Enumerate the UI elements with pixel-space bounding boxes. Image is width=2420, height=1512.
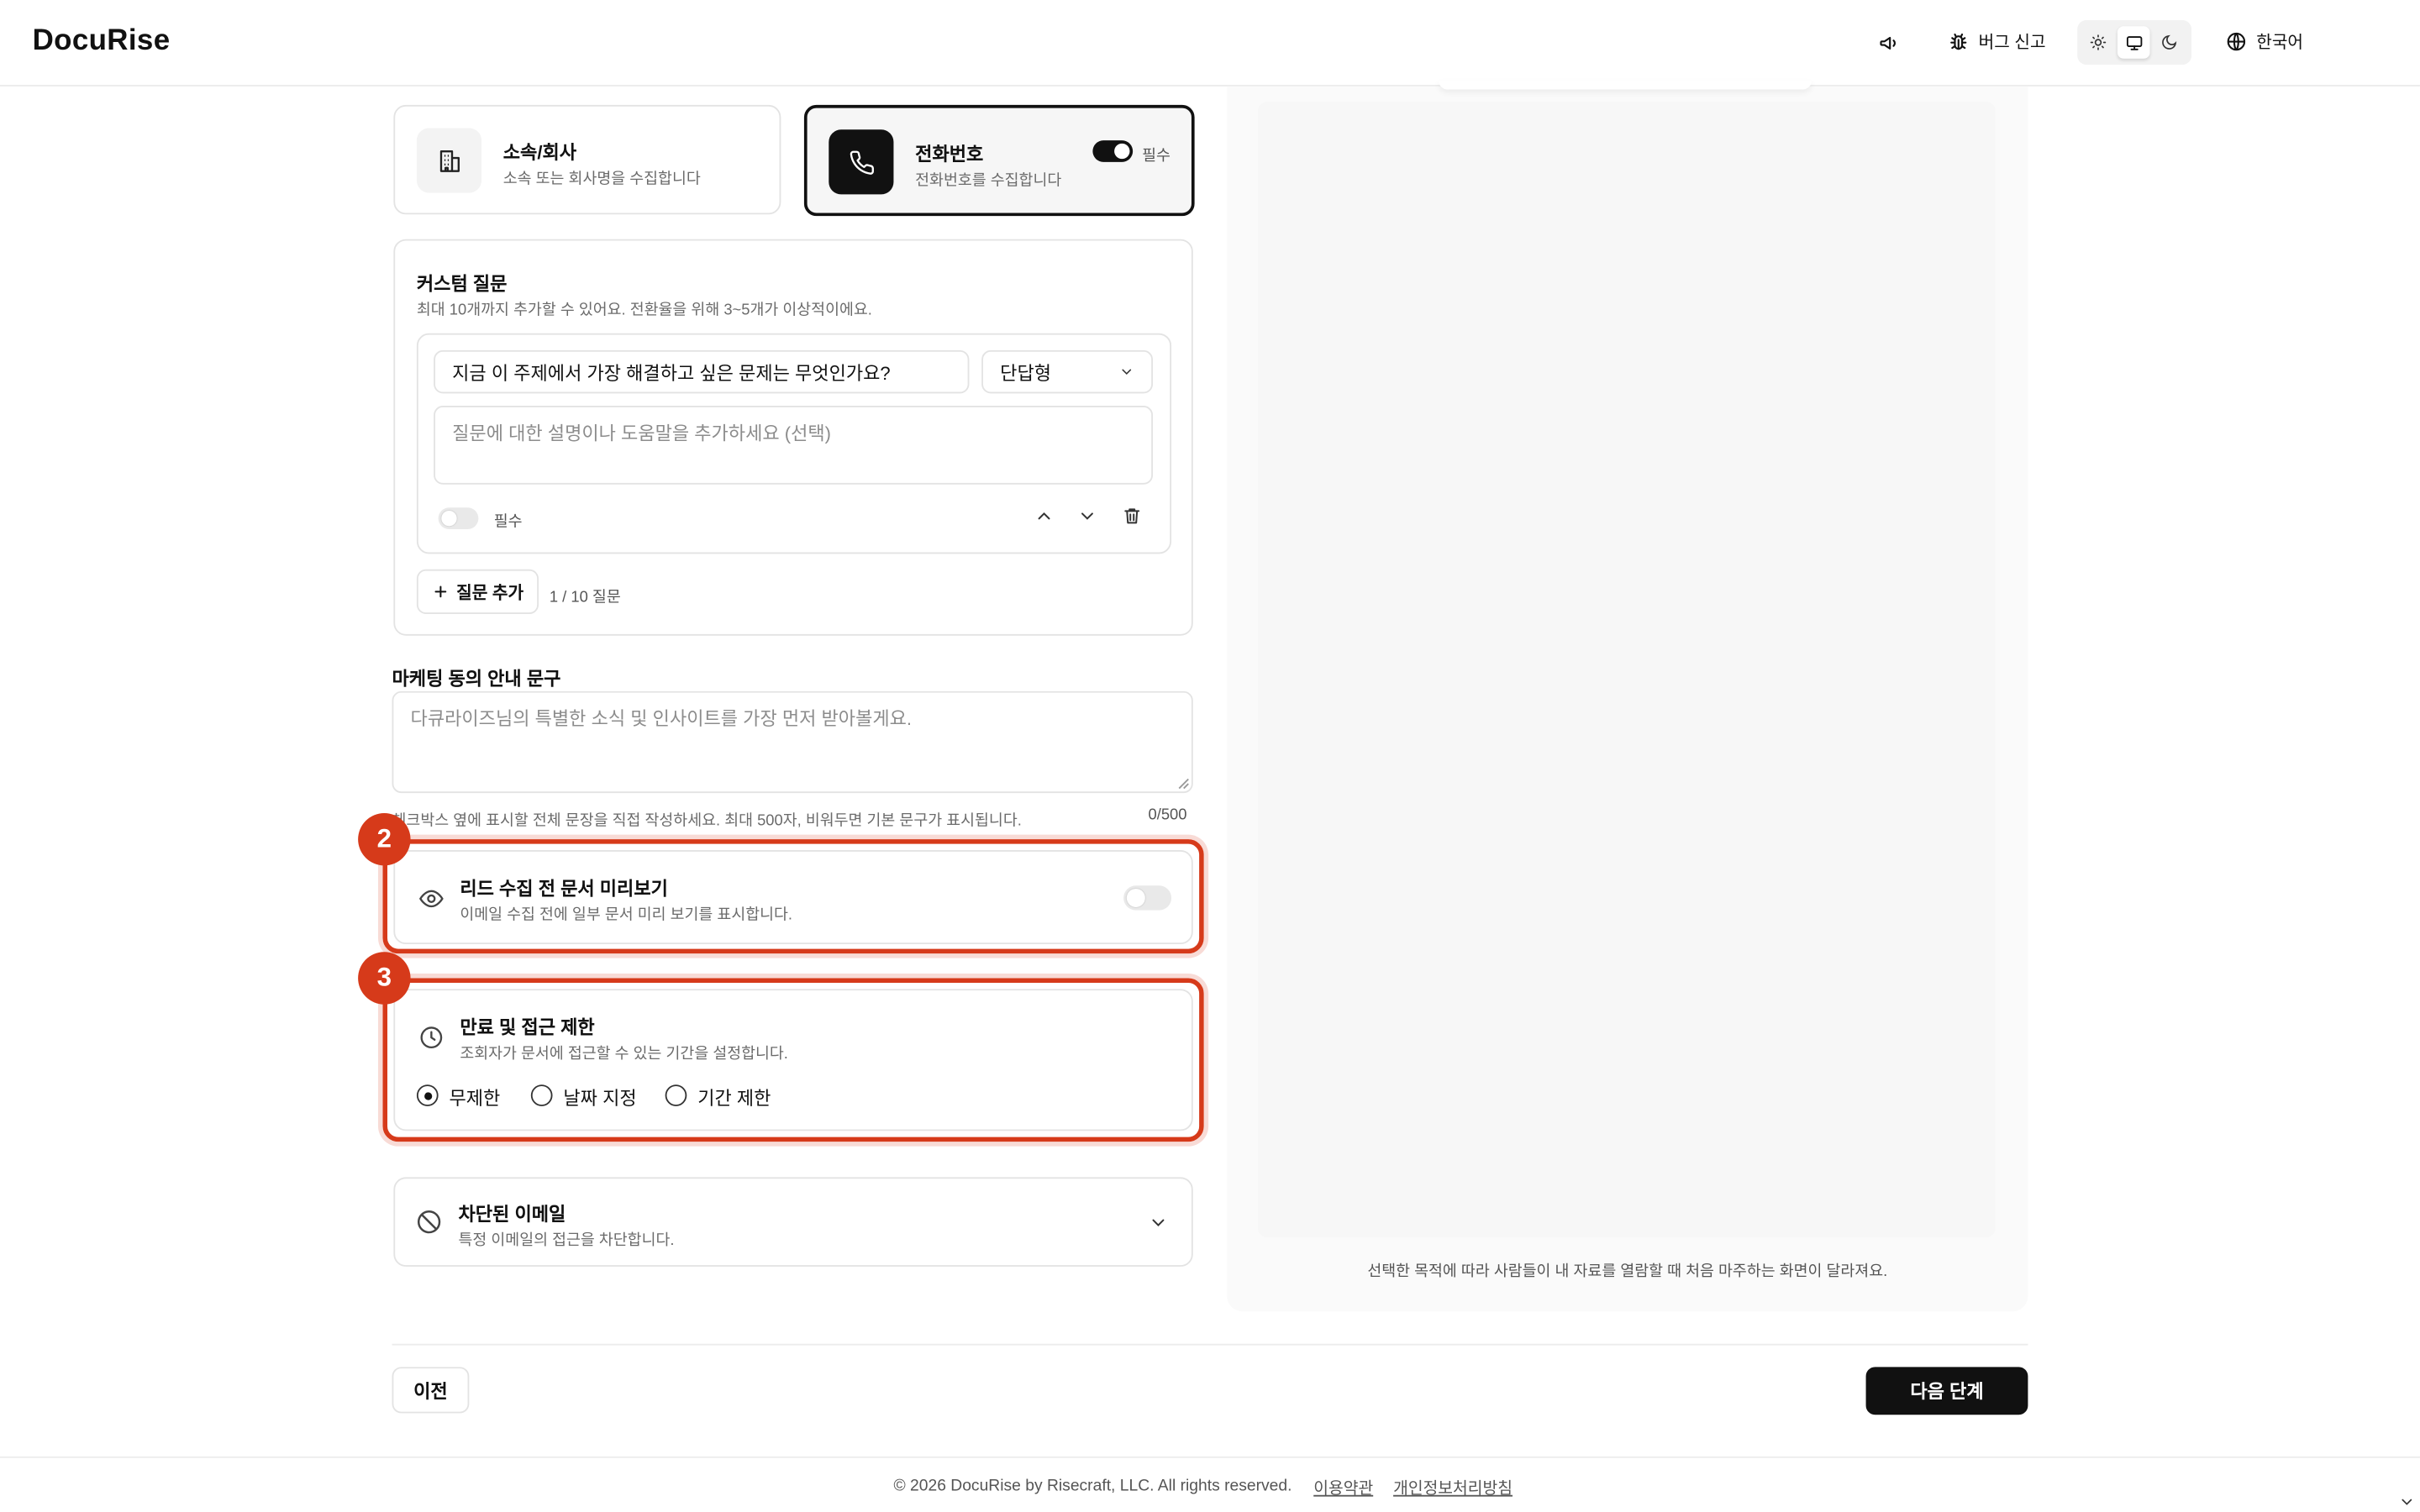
marketing-textarea[interactable]: 다큐라이즈님의 특별한 소식 및 인사이트를 가장 먼저 받아볼게요. bbox=[392, 690, 1193, 794]
custom-questions-card: 커스텀 질문 최대 10개까지 추가할 수 있어요. 전환율을 위해 3~5개가… bbox=[393, 239, 1193, 636]
expiry-desc: 조회자가 문서에 접근할 수 있는 기간을 설정합니다. bbox=[460, 1046, 788, 1063]
building-icon bbox=[416, 128, 482, 193]
radio-period-label: 기간 제한 bbox=[697, 1087, 771, 1110]
radio-unlimited-label: 무제한 bbox=[449, 1087, 501, 1110]
theme-switcher bbox=[2077, 19, 2192, 66]
phone-required-toggle[interactable] bbox=[1092, 140, 1134, 162]
lead-preview-title: 리드 수집 전 문서 미리보기 bbox=[460, 878, 668, 900]
app-root: DocuRise 버그 신고 한국어 선택한 목적에 따라 사람들이 내 자료를… bbox=[0, 0, 2420, 1512]
question-required-toggle[interactable] bbox=[438, 507, 479, 529]
moon-icon bbox=[2162, 34, 2177, 50]
custom-questions-title: 커스텀 질문 bbox=[416, 273, 508, 295]
plus-icon bbox=[434, 585, 446, 598]
chevron-down-icon[interactable] bbox=[1149, 1213, 1169, 1233]
move-up-icon[interactable] bbox=[1034, 506, 1055, 526]
expiry-title: 만료 및 접근 제한 bbox=[460, 1016, 595, 1039]
marketing-label: 마케팅 동의 안내 문구 bbox=[392, 668, 561, 690]
light-theme-button[interactable] bbox=[2082, 26, 2115, 59]
clock-icon bbox=[418, 1025, 445, 1051]
question-item: 지금 이 주제에서 가장 해결하고 싶은 문제는 무엇인가요? 단답형 질문에 … bbox=[416, 333, 1172, 554]
question-help-textarea[interactable]: 질문에 대한 설명이나 도움말을 추가하세요 (선택) bbox=[434, 406, 1154, 485]
marketing-counter: 0/500 bbox=[1148, 806, 1187, 824]
resize-handle-icon[interactable] bbox=[1177, 778, 1190, 790]
preview-canvas bbox=[1257, 102, 1996, 1238]
privacy-link[interactable]: 개인정보처리방침 bbox=[1393, 1477, 1512, 1500]
lead-preview-desc: 이메일 수집 전에 일부 문서 미리 보기를 표시합니다. bbox=[460, 906, 793, 925]
bug-report-button[interactable]: 버그 신고 bbox=[1948, 29, 2046, 54]
announcement-icon[interactable] bbox=[1872, 26, 1906, 60]
copyright: © 2026 DocuRise by Risecraft, LLC. All r… bbox=[893, 1476, 1292, 1495]
question-count: 1 / 10 질문 bbox=[549, 589, 621, 606]
company-field-title: 소속/회사 bbox=[502, 141, 577, 164]
language-label: 한국어 bbox=[2256, 34, 2304, 53]
sun-icon bbox=[2090, 34, 2107, 50]
move-down-icon[interactable] bbox=[1077, 506, 1097, 526]
terms-link[interactable]: 이용약관 bbox=[1313, 1477, 1373, 1500]
add-question-button[interactable]: 질문 추가 bbox=[416, 569, 539, 615]
monitor-icon bbox=[2126, 35, 2142, 50]
chevron-down-icon bbox=[1122, 369, 1132, 375]
phone-field-title: 전화번호 bbox=[915, 143, 984, 165]
marketing-placeholder: 다큐라이즈님의 특별한 소식 및 인사이트를 가장 먼저 받아볼게요. bbox=[410, 708, 913, 730]
phone-icon bbox=[829, 129, 894, 195]
blocked-emails-desc: 특정 이메일의 접근을 차단합니다. bbox=[458, 1232, 675, 1250]
custom-questions-desc: 최대 10개까지 추가할 수 있어요. 전환율을 위해 3~5개가 이상적이에요… bbox=[416, 302, 872, 320]
question-type-select[interactable]: 단답형 bbox=[981, 349, 1154, 394]
question-input[interactable]: 지금 이 주제에서 가장 해결하고 싶은 문제는 무엇인가요? bbox=[434, 349, 970, 394]
blocked-emails-card[interactable]: 차단된 이메일 특정 이메일의 접근을 차단합니다. bbox=[393, 1177, 1193, 1267]
trash-icon[interactable] bbox=[1122, 506, 1142, 526]
radio-date-label: 날짜 지정 bbox=[563, 1087, 637, 1110]
company-field-card[interactable]: 소속/회사 소속 또는 회사명을 수집합니다 bbox=[393, 104, 781, 215]
eye-icon bbox=[418, 885, 445, 911]
company-field-desc: 소속 또는 회사명을 수집합니다 bbox=[502, 171, 701, 189]
logo[interactable]: DocuRise bbox=[33, 24, 171, 58]
language-selector[interactable]: 한국어 bbox=[2226, 29, 2304, 54]
next-step-button[interactable]: 다음 단계 bbox=[1865, 1367, 2028, 1415]
step-badge-2: 2 bbox=[358, 812, 411, 866]
question-type-value: 단답형 bbox=[1000, 361, 1052, 384]
radio-unlimited[interactable] bbox=[416, 1084, 439, 1106]
marketing-help: 체크박스 옆에 표시할 전체 문장을 직접 작성하세요. 최대 500자, 비워… bbox=[392, 812, 1022, 831]
block-icon bbox=[415, 1208, 443, 1236]
question-required-label: 필수 bbox=[493, 513, 523, 531]
preview-sheet bbox=[1438, 80, 1812, 90]
step-badge-3: 3 bbox=[358, 952, 411, 1005]
add-question-label: 질문 추가 bbox=[456, 584, 524, 603]
radio-date[interactable] bbox=[530, 1084, 553, 1106]
footer: © 2026 DocuRise by Risecraft, LLC. All r… bbox=[893, 1477, 1512, 1500]
expiry-card: 만료 및 접근 제한 조회자가 문서에 접근할 수 있는 기간을 설정합니다. … bbox=[393, 989, 1193, 1131]
phone-field-card[interactable]: 전화번호 전화번호를 수집합니다 필수 bbox=[803, 104, 1195, 217]
bug-report-label: 버그 신고 bbox=[1978, 34, 2046, 53]
scroll-chevron-icon[interactable] bbox=[2398, 1494, 2415, 1510]
phone-required-label: 필수 bbox=[1142, 148, 1171, 165]
top-header: DocuRise 버그 신고 한국어 bbox=[0, 0, 2420, 87]
nav-divider bbox=[392, 1343, 2028, 1346]
blocked-emails-title: 차단된 이메일 bbox=[458, 1203, 566, 1226]
preview-caption: 선택한 목적에 따라 사람들이 내 자료를 열람할 때 처음 마주하는 화면이 … bbox=[1367, 1263, 1888, 1281]
preview-panel: 선택한 목적에 따라 사람들이 내 자료를 열람할 때 처음 마주하는 화면이 … bbox=[1227, 80, 2028, 1312]
radio-period[interactable] bbox=[665, 1084, 687, 1106]
phone-field-desc: 전화번호를 수집합니다 bbox=[915, 172, 1062, 190]
dark-theme-button[interactable] bbox=[2153, 26, 2186, 59]
prev-button[interactable]: 이전 bbox=[392, 1367, 470, 1414]
system-theme-button[interactable] bbox=[2117, 26, 2150, 59]
footer-divider bbox=[0, 1456, 2420, 1458]
globe-icon bbox=[2227, 32, 2246, 51]
bug-icon bbox=[1950, 33, 1967, 50]
question-help-placeholder: 질문에 대한 설명이나 도움말을 추가하세요 (선택) bbox=[452, 423, 832, 444]
lead-preview-card: 리드 수집 전 문서 미리보기 이메일 수집 전에 일부 문서 미리 보기를 표… bbox=[393, 850, 1193, 945]
lead-preview-toggle[interactable] bbox=[1123, 885, 1172, 911]
